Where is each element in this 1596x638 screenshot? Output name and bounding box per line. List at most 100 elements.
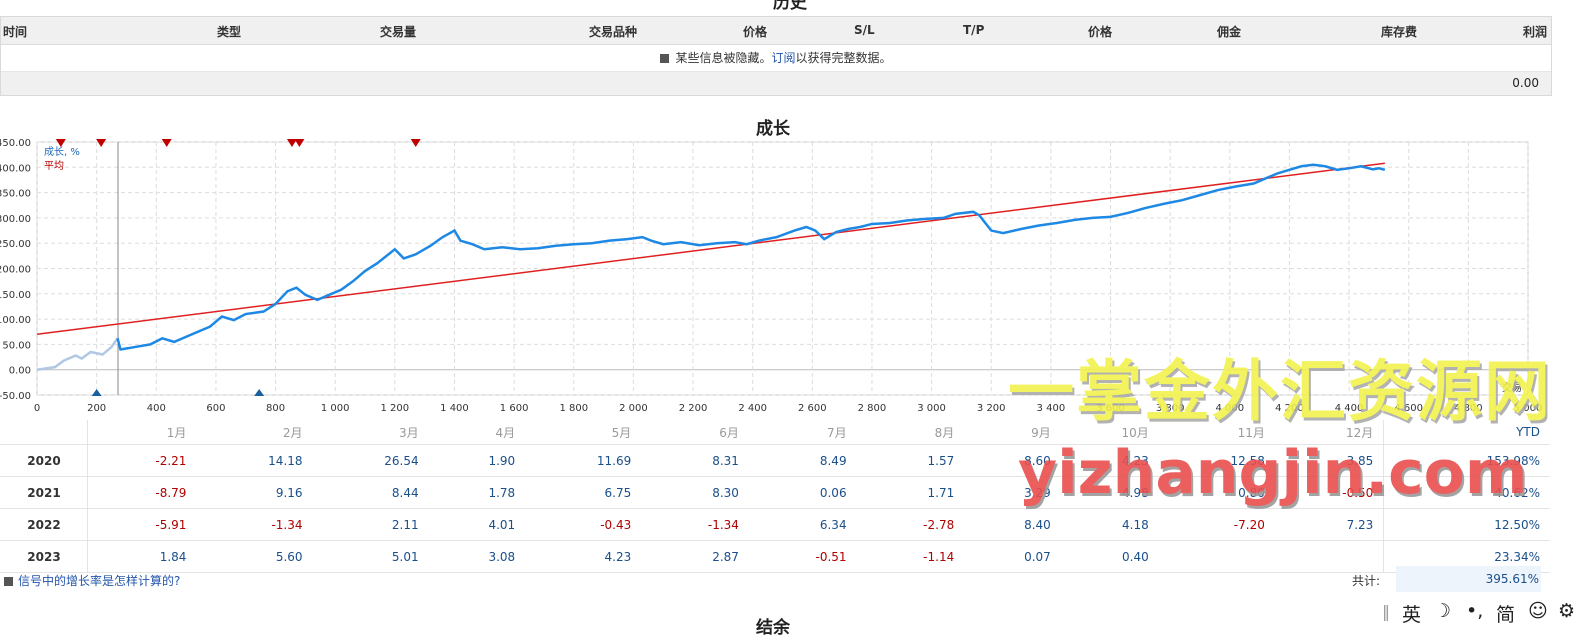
- month-header: 8月: [856, 420, 965, 445]
- x-tick-label: 0: [34, 403, 40, 414]
- watermark-chinese: 一掌金外汇资源网: [1008, 353, 1552, 430]
- total-growth-value: 395.61%: [1396, 566, 1541, 592]
- month-header: 7月: [748, 420, 857, 445]
- month-header: 4月: [428, 420, 526, 445]
- month-value-cell: -1.34: [196, 508, 313, 541]
- col-price-close[interactable]: 价格: [1088, 23, 1112, 40]
- month-value-cell: 0.06: [748, 476, 857, 509]
- ime-punctuation-icon[interactable]: •,: [1466, 600, 1483, 622]
- ime-drag-handle[interactable]: ‖: [1382, 602, 1390, 621]
- notice-suffix: 以获得完整数据。: [795, 51, 892, 65]
- month-value-cell: 2.11: [312, 508, 429, 541]
- month-value-cell: 1.90: [428, 444, 526, 477]
- month-value-cell: -8.79: [87, 476, 197, 509]
- month-value-cell: -7.20: [1158, 508, 1275, 541]
- month-value-cell: 11.69: [525, 444, 642, 477]
- ime-toolbar: ‖ 英 ☽ •, 简 ☺ ⚙: [1380, 598, 1596, 628]
- year-cell: 2022: [0, 508, 88, 541]
- month-value-cell: 1.71: [856, 476, 965, 509]
- ytd-cell: 12.50%: [1383, 508, 1550, 541]
- x-tick-label: 3 000: [917, 403, 946, 414]
- y-tick-label: 450.00: [0, 138, 31, 149]
- x-tick-label: 2 800: [858, 403, 887, 414]
- growth-calc-help-link[interactable]: 信号中的增长率是怎样计算的?: [4, 572, 180, 589]
- x-tick-label: 200: [87, 403, 106, 414]
- history-table: 时间 类型 交易量 交易品种 价格 S/L T/P 价格 佣金 库存费 利润 某…: [0, 16, 1552, 96]
- col-swap[interactable]: 库存费: [1381, 23, 1417, 40]
- x-tick-label: 3 200: [977, 403, 1006, 414]
- ime-halfwidth-icon[interactable]: ☽: [1434, 600, 1451, 622]
- y-tick-label: 100.00: [0, 315, 31, 326]
- month-header: 5月: [525, 420, 642, 445]
- history-total-row: 0.00: [1, 72, 1551, 95]
- x-tick-label: 400: [147, 403, 166, 414]
- ime-settings-icon[interactable]: ⚙: [1558, 600, 1575, 622]
- legend-average: 平均: [44, 160, 64, 172]
- y-tick-label: 150.00: [0, 290, 31, 301]
- month-value-cell: 26.54: [312, 444, 429, 477]
- col-time[interactable]: 时间: [3, 23, 27, 40]
- month-header: 3月: [312, 420, 429, 445]
- month-value-cell: 8.31: [641, 444, 749, 477]
- y-tick-label: 200.00: [0, 265, 31, 276]
- col-profit[interactable]: 利润: [1523, 23, 1547, 40]
- month-value-cell: 8.40: [964, 508, 1061, 541]
- help-link-text[interactable]: 信号中的增长率是怎样计算的?: [18, 574, 180, 588]
- history-section-title: 历史: [773, 0, 807, 13]
- col-symbol[interactable]: 交易品种: [589, 23, 637, 40]
- month-value-cell: 4.01: [428, 508, 526, 541]
- col-sl[interactable]: S/L: [854, 23, 875, 37]
- col-volume[interactable]: 交易量: [380, 23, 416, 40]
- x-tick-label: 2 400: [738, 403, 767, 414]
- x-tick-label: 600: [206, 403, 225, 414]
- month-value-cell: 14.18: [196, 444, 313, 477]
- col-commission[interactable]: 佣金: [1217, 23, 1241, 40]
- col-tp[interactable]: T/P: [963, 23, 984, 37]
- history-total-value: 0.00: [1512, 76, 1539, 90]
- month-value-cell: 6.75: [525, 476, 642, 509]
- month-value-cell: 1.78: [428, 476, 526, 509]
- y-tick-label: 300.00: [0, 214, 31, 225]
- x-tick-label: 2 600: [798, 403, 827, 414]
- growth-footer: 信号中的增长率是怎样计算的? 共计: 395.61%: [0, 566, 1550, 592]
- month-value-cell: 8.30: [641, 476, 749, 509]
- x-tick-label: 1 600: [500, 403, 529, 414]
- year-header: [0, 420, 88, 445]
- y-tick-label: 400.00: [0, 163, 31, 174]
- x-tick-label: 800: [266, 403, 285, 414]
- month-value-cell: -0.43: [525, 508, 642, 541]
- month-header: 6月: [641, 420, 749, 445]
- month-header: 2月: [196, 420, 313, 445]
- x-tick-label: 1 200: [381, 403, 410, 414]
- notice-text: 某些信息被隐藏。: [675, 51, 772, 65]
- y-tick-label: 50.00: [2, 340, 31, 351]
- subscribe-link[interactable]: 订阅: [771, 51, 795, 65]
- ime-lang-toggle[interactable]: 英: [1402, 600, 1421, 627]
- col-price-open[interactable]: 价格: [743, 23, 767, 40]
- y-tick-label: 350.00: [0, 189, 31, 200]
- y-tick-label: 250.00: [0, 239, 31, 250]
- history-table-header: 时间 类型 交易量 交易品种 价格 S/L T/P 价格 佣金 库存费 利润: [1, 17, 1551, 45]
- month-value-cell: 1.57: [856, 444, 965, 477]
- x-tick-label: 1 400: [440, 403, 469, 414]
- year-cell: 2021: [0, 476, 88, 509]
- legend-growth: 成长, %: [44, 146, 80, 158]
- month-value-cell: 8.44: [312, 476, 429, 509]
- month-value-cell: -5.91: [87, 508, 197, 541]
- help-icon: [4, 577, 13, 586]
- month-value-cell: 4.18: [1060, 508, 1159, 541]
- y-tick-label: 0.00: [9, 366, 31, 377]
- y-tick-label: -50.00: [0, 391, 31, 402]
- x-tick-label: 1 800: [559, 403, 588, 414]
- x-tick-label: 2 200: [679, 403, 708, 414]
- month-value-cell: 8.49: [748, 444, 857, 477]
- lock-icon: [660, 54, 670, 63]
- ime-emoji-icon[interactable]: ☺: [1528, 600, 1548, 622]
- month-header: 1月: [87, 420, 197, 445]
- col-type[interactable]: 类型: [217, 23, 241, 40]
- balance-section-title: 结余: [756, 618, 790, 638]
- month-value-cell: -1.34: [641, 508, 749, 541]
- watermark-domain: yizhangjin.com: [1018, 438, 1528, 508]
- x-tick-label: 2 000: [619, 403, 648, 414]
- ime-simplified-toggle[interactable]: 简: [1496, 600, 1515, 627]
